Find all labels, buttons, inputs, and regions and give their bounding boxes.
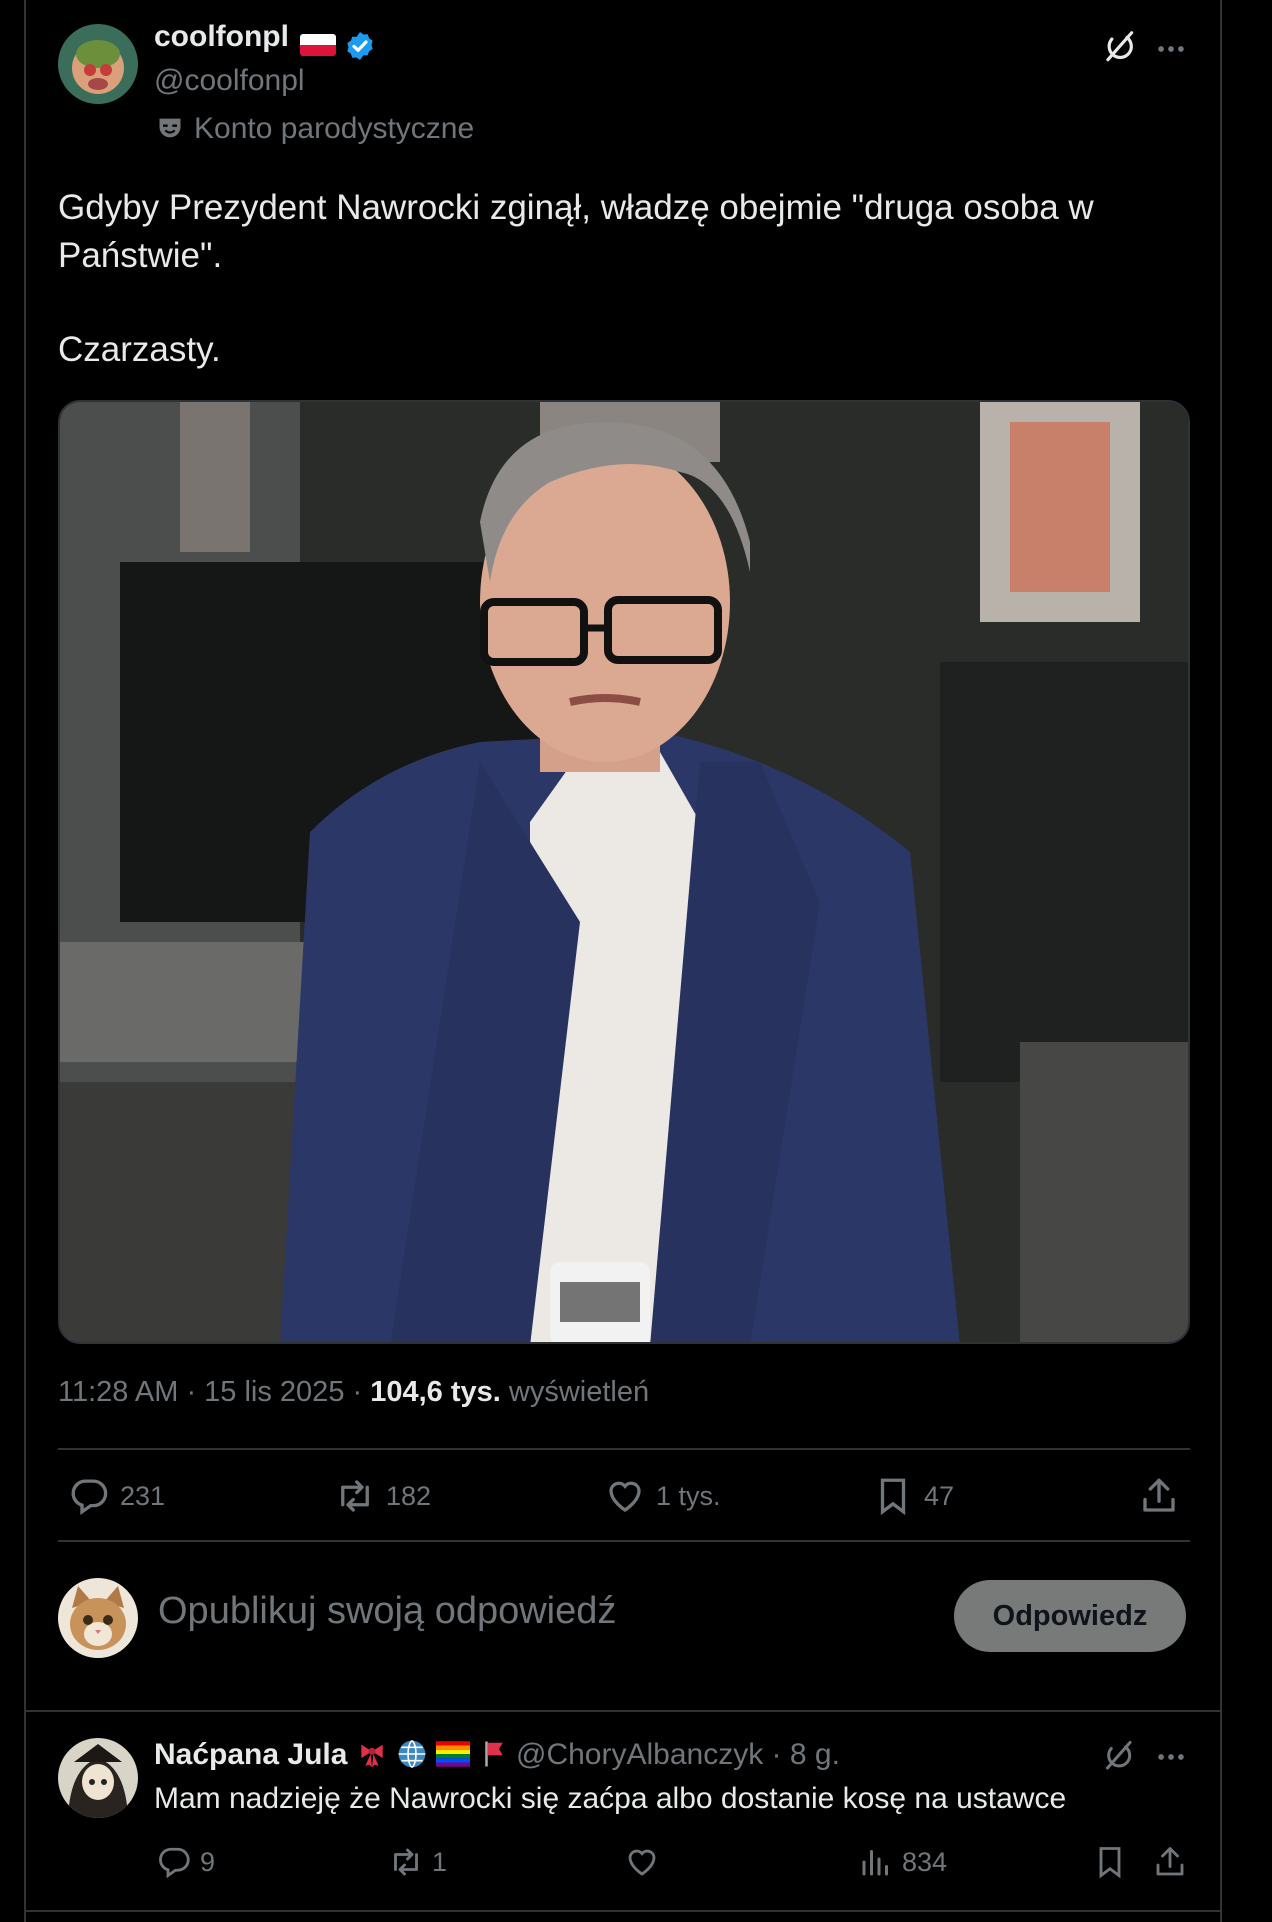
more-options-icon[interactable]	[1154, 1740, 1188, 1774]
post-metadata: 11:28 AM · 15 lis 2025 · 104,6 tys. wyśw…	[58, 1376, 649, 1409]
divider	[26, 1910, 1220, 1912]
analytics-icon	[862, 1850, 888, 1876]
reply-icon	[71, 1479, 108, 1515]
commenter-avatar[interactable]	[58, 1738, 138, 1818]
heart-icon	[628, 1849, 656, 1876]
reply-icon	[159, 1847, 190, 1879]
comment-bookmark-action[interactable]	[1092, 1844, 1136, 1880]
author-avatar[interactable]	[58, 24, 138, 104]
author-display-name[interactable]: coolfonpl	[154, 20, 289, 60]
post-photo[interactable]	[58, 400, 1190, 1344]
post-text-line: Państwie".	[58, 236, 223, 275]
share-action[interactable]	[1138, 1472, 1190, 1520]
divider	[58, 1540, 1190, 1542]
views-label: wyświetleń	[508, 1376, 650, 1408]
reply-action[interactable]: 231	[68, 1472, 165, 1520]
like-action[interactable]: 1 tys.	[604, 1472, 721, 1520]
share-icon	[1156, 1847, 1184, 1876]
repost-action[interactable]: 182	[334, 1472, 431, 1520]
grok-icon[interactable]	[1100, 1738, 1136, 1774]
post-time[interactable]: 11:28 AM	[58, 1376, 178, 1408]
current-user-avatar[interactable]	[58, 1578, 138, 1658]
like-count: 1 tys.	[656, 1480, 721, 1511]
post-date[interactable]: 15 lis 2025	[204, 1376, 344, 1408]
divider	[26, 1710, 1220, 1712]
views-count: 104,6 tys.	[370, 1376, 501, 1408]
bookmark-action[interactable]: 47	[872, 1472, 954, 1520]
bookmark-icon	[1099, 1847, 1121, 1879]
meta-dot: ·	[352, 1376, 371, 1408]
bookmark-count: 47	[924, 1480, 955, 1511]
post-text: Gdyby Prezydent Nawrocki zginął, władzę …	[58, 184, 1168, 280]
author-handle[interactable]: @coolfonpl	[154, 64, 305, 98]
reply-button[interactable]: Odpowiedz	[954, 1580, 1186, 1652]
repost-count: 182	[386, 1480, 432, 1511]
comment-share-action[interactable]	[1152, 1844, 1196, 1880]
reply-input[interactable]: Opublikuj swoją odpowiedź	[158, 1590, 616, 1633]
repost-icon	[394, 1848, 418, 1876]
comment-text: Mam nadzieję że Nawrocki się zaćpa albo …	[154, 1782, 1067, 1815]
verified-badge-icon	[347, 32, 373, 60]
bookmark-icon	[880, 1478, 906, 1516]
post-text-line: Gdyby Prezydent Nawrocki zginął, władzę …	[58, 188, 1094, 227]
parody-mask-icon	[159, 118, 181, 138]
red-flag-icon	[485, 1741, 503, 1767]
post-text-second-paragraph: Czarzasty.	[58, 330, 221, 369]
comment-reply-count: 9	[200, 1846, 216, 1877]
commenter-handle-time[interactable]: @ChoryAlbanczyk · 8 g.	[516, 1738, 840, 1772]
parody-label-text: Konto parodystyczne	[194, 112, 475, 145]
comment-views-action[interactable]: 834	[858, 1844, 947, 1880]
rainbow-flag-icon	[436, 1741, 471, 1767]
divider	[58, 1448, 1190, 1450]
heart-icon	[609, 1481, 641, 1512]
comment-reply-action[interactable]: 9	[156, 1844, 215, 1880]
grok-icon[interactable]	[1100, 28, 1138, 66]
comment-like-action[interactable]	[624, 1844, 668, 1880]
commenter-name[interactable]: Naćpana Jula	[154, 1738, 509, 1772]
more-options-icon[interactable]	[1154, 32, 1188, 66]
comment-repost-count: 1	[432, 1846, 448, 1877]
repost-icon	[341, 1480, 369, 1512]
commenter-display-name: Naćpana Jula	[154, 1738, 348, 1771]
globe-emoji-icon	[398, 1740, 426, 1768]
comment-repost-action[interactable]: 1	[388, 1844, 447, 1880]
poland-flag-icon	[300, 34, 336, 56]
ribbon-emoji-icon	[361, 1744, 383, 1768]
reply-count: 231	[120, 1480, 166, 1511]
meta-dot: ·	[186, 1376, 205, 1408]
share-icon	[1143, 1478, 1175, 1512]
comment-views-count: 834	[902, 1846, 948, 1877]
parody-account-label: Konto parodystyczne	[156, 112, 474, 146]
